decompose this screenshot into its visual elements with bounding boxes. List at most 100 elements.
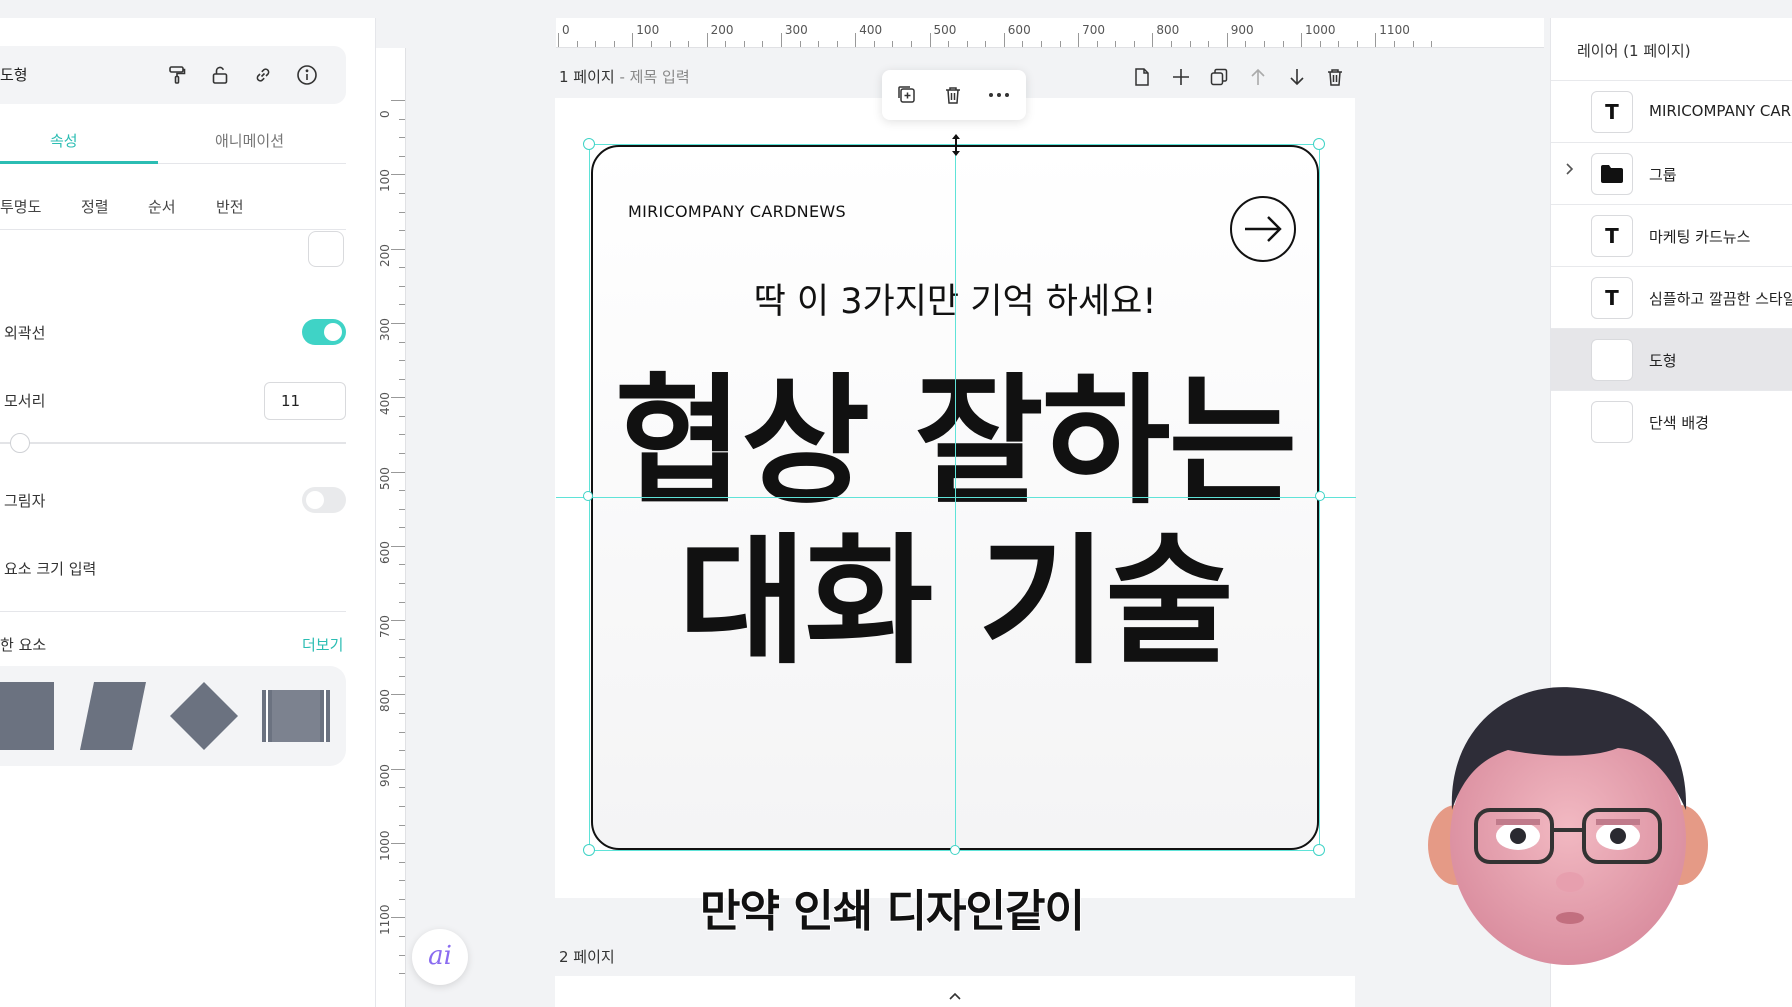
- horizontal-ruler: 0 100 200 300 400 500 600 700 800 900 1000 1100: [556, 18, 1544, 48]
- corner-slider-handle[interactable]: [10, 433, 30, 453]
- chevron-right-icon[interactable]: [1565, 161, 1575, 180]
- add-page-icon[interactable]: [1168, 64, 1194, 90]
- resize-handle-left[interactable]: [583, 491, 593, 501]
- layer-row[interactable]: 도형: [1551, 328, 1792, 390]
- ruler-tick-label: 600: [1007, 23, 1031, 37]
- ruler-tick: [399, 285, 405, 287]
- ruler-tick: [1431, 41, 1433, 47]
- ruler-tick: [558, 33, 559, 47]
- ruler-tick: [1003, 33, 1005, 47]
- ruler-tick: [399, 230, 405, 232]
- ruler-tick: [1096, 41, 1098, 47]
- subtab-align[interactable]: 정렬: [81, 196, 109, 217]
- subtab-opacity[interactable]: 투명도: [0, 196, 41, 217]
- ruler-tick: [391, 100, 405, 101]
- ruler-tick: [799, 41, 801, 47]
- panel-title: 도형: [0, 66, 28, 84]
- size-input-label[interactable]: 요소 크기 입력: [4, 558, 96, 579]
- panel-header: 도형: [0, 46, 346, 104]
- ruler-tick-label: 1000: [378, 830, 392, 861]
- outline-toggle[interactable]: [302, 319, 346, 345]
- tab-animation[interactable]: 애니메이션: [215, 130, 284, 151]
- text-layer-icon: T: [1591, 215, 1633, 257]
- ruler-tick-label: 800: [1156, 23, 1180, 37]
- selection-box: [589, 144, 1320, 851]
- ruler-tick: [873, 41, 875, 47]
- ruler-tick: [399, 935, 405, 937]
- info-icon[interactable]: [294, 62, 320, 88]
- ai-assistant-button[interactable]: ai: [412, 929, 468, 985]
- ruler-tick: [632, 33, 634, 47]
- subtab-order[interactable]: 순서: [148, 196, 176, 217]
- chevron-up-icon[interactable]: [916, 990, 994, 1007]
- tab-properties[interactable]: 속성: [50, 130, 78, 151]
- ruler-tick: [391, 248, 405, 250]
- ruler-tick-label: 100: [378, 169, 392, 193]
- ruler-tick: [391, 397, 405, 399]
- ruler-tick: [1208, 41, 1210, 47]
- move-page-down-icon[interactable]: [1284, 64, 1310, 90]
- ruler-tick-label: 400: [859, 23, 883, 37]
- subtab-flip[interactable]: 반전: [216, 196, 244, 217]
- link-icon[interactable]: [250, 62, 276, 88]
- ruler-tick: [391, 545, 405, 547]
- resize-handle-bottom[interactable]: [950, 845, 960, 855]
- corner-radius-input[interactable]: 11: [264, 382, 346, 420]
- duplicate-icon[interactable]: [894, 82, 920, 108]
- video-subtitle: 만약 인쇄 디자인같이: [699, 885, 1086, 938]
- corner-slider-track[interactable]: [0, 442, 346, 444]
- ruler-tick-label: 0: [378, 110, 392, 118]
- duplicate-page-icon[interactable]: [1206, 64, 1232, 90]
- delete-page-icon[interactable]: [1322, 64, 1348, 90]
- new-page-icon[interactable]: [1129, 64, 1155, 90]
- layer-row[interactable]: T 마케팅 카드뉴스: [1551, 204, 1792, 266]
- ruler-tick: [706, 33, 708, 47]
- layer-row[interactable]: 단색 배경: [1551, 390, 1792, 452]
- ruler-tick: [1226, 33, 1228, 47]
- ruler-tick: [391, 917, 405, 919]
- shadow-label: 그림자: [4, 492, 46, 510]
- ruler-tick: [1319, 41, 1321, 47]
- page-2-label[interactable]: 2 페이지: [559, 946, 615, 967]
- ruler-tick-label: 200: [378, 243, 392, 267]
- ruler-tick: [1301, 33, 1302, 47]
- ruler-tick-label: 100: [636, 23, 660, 37]
- outline-label: 외곽선: [4, 324, 46, 342]
- layer-row[interactable]: T 심플하고 깔끔한 스타일: [1551, 266, 1792, 328]
- ruler-tick: [1393, 41, 1395, 47]
- ruler-tick: [650, 41, 652, 47]
- ruler-tick: [391, 471, 405, 473]
- ruler-tick-label: 300: [378, 317, 392, 341]
- ruler-tick: [399, 861, 405, 863]
- layer-row[interactable]: T MIRICOMPANY CARDNEWS: [1551, 80, 1792, 142]
- ruler-tick: [399, 490, 405, 492]
- ruler-tick: [1282, 41, 1284, 47]
- ruler-tick: [399, 973, 405, 975]
- panel-tabs: 속성 애니메이션: [0, 118, 346, 164]
- move-page-up-icon[interactable]: [1245, 64, 1271, 90]
- layer-row[interactable]: 그룹: [1551, 142, 1792, 204]
- ruler-tick: [1356, 41, 1358, 47]
- trash-icon[interactable]: [940, 82, 966, 108]
- page-title-input[interactable]: - 제목 입력: [615, 68, 689, 86]
- paint-roller-icon[interactable]: [164, 62, 190, 88]
- ruler-tick: [780, 33, 782, 47]
- more-options-icon[interactable]: [986, 82, 1012, 108]
- resize-handle-bottom-right[interactable]: [1313, 844, 1325, 856]
- unlock-icon[interactable]: [207, 62, 233, 88]
- parallelogram-shape: [80, 682, 146, 750]
- fill-color-swatch[interactable]: [308, 231, 344, 267]
- resize-handle-top-right[interactable]: [1313, 138, 1325, 150]
- page-1-label[interactable]: 1 페이지 - 제목 입력: [559, 66, 690, 87]
- ruler-tick: [399, 137, 405, 139]
- ruler-tick: [688, 41, 690, 47]
- ruler-tick: [743, 41, 745, 47]
- resize-handle-top-left[interactable]: [583, 138, 595, 150]
- ruler-tick: [399, 638, 405, 640]
- frame-shape: [262, 690, 330, 742]
- resize-handle-right[interactable]: [1315, 491, 1325, 501]
- ruler-tick: [391, 174, 405, 176]
- shadow-toggle[interactable]: [302, 487, 346, 513]
- resize-handle-bottom-left[interactable]: [583, 844, 595, 856]
- more-link[interactable]: 더보기: [302, 634, 343, 655]
